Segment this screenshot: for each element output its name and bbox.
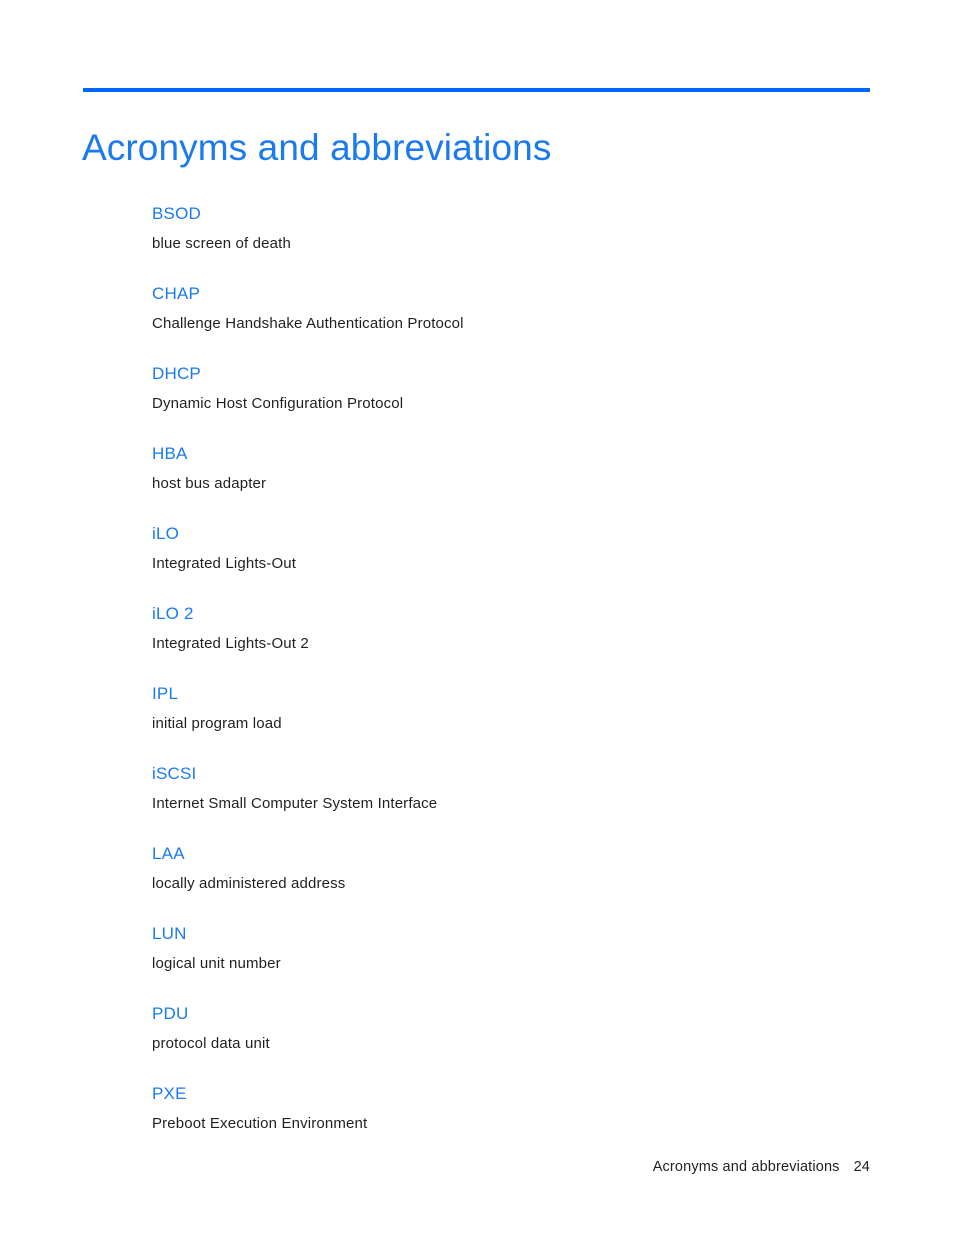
glossary-entry: BSOD blue screen of death [152, 203, 870, 254]
glossary-term: iLO 2 [152, 604, 194, 623]
glossary-definition: Preboot Execution Environment [152, 1115, 368, 1132]
footer-page-number: 24 [853, 1159, 870, 1175]
glossary-term: PXE [152, 1084, 187, 1103]
glossary-definition: blue screen of death [152, 235, 291, 252]
page-footer: Acronyms and abbreviations 24 [83, 1157, 870, 1177]
glossary-entry: DHCP Dynamic Host Configuration Protocol [152, 363, 870, 414]
glossary-entry: PXE Preboot Execution Environment [152, 1083, 870, 1134]
glossary-definition: Integrated Lights-Out [152, 555, 297, 572]
glossary-entry: PDU protocol data unit [152, 1003, 870, 1054]
glossary-definition: logical unit number [152, 955, 281, 972]
glossary-definition: Internet Small Computer System Interface [152, 795, 438, 812]
glossary-entry: HBA host bus adapter [152, 443, 870, 494]
glossary-definition: locally administered address [152, 875, 346, 892]
header-rule [83, 88, 870, 92]
document-page: Acronyms and abbreviations BSOD blue scre… [0, 0, 954, 1235]
glossary-definition: initial program load [152, 715, 282, 732]
glossary-term: LUN [152, 924, 187, 943]
glossary-term: CHAP [152, 284, 201, 303]
glossary-entry: iLO 2 Integrated Lights-Out 2 [152, 603, 870, 654]
glossary-term: iLO [152, 524, 180, 543]
glossary-entry: LUN logical unit number [152, 923, 870, 974]
glossary-entry: IPL initial program load [152, 683, 870, 734]
glossary-definition: Integrated Lights-Out 2 [152, 635, 309, 652]
glossary-list: BSOD blue screen of death CHAP Challenge Ha… [152, 203, 870, 1134]
glossary-definition: Dynamic Host Configuration Protocol [152, 395, 404, 412]
glossary-term: LAA [152, 844, 185, 863]
glossary-definition: protocol data unit [152, 1035, 270, 1052]
glossary-entry: iSCSI Internet Small Computer System Inte… [152, 763, 870, 814]
glossary-term: DHCP [152, 364, 201, 383]
glossary-term: PDU [152, 1004, 189, 1023]
page-title: Acronyms and abbreviations [82, 126, 552, 168]
glossary-entry: iLO Integrated Lights-Out [152, 523, 870, 574]
glossary-definition: host bus adapter [152, 475, 267, 492]
glossary-term: BSOD [152, 204, 201, 223]
glossary-term: IPL [152, 684, 179, 703]
glossary-entry: LAA locally administered address [152, 843, 870, 894]
footer-chapter-label: Acronyms and abbreviations [652, 1159, 840, 1175]
glossary-term: iSCSI [152, 764, 197, 783]
glossary-definition: Challenge Handshake Authentication Proto… [152, 315, 464, 332]
glossary-term: HBA [152, 444, 188, 463]
glossary-entry: CHAP Challenge Handshake Authentication P… [152, 283, 870, 334]
